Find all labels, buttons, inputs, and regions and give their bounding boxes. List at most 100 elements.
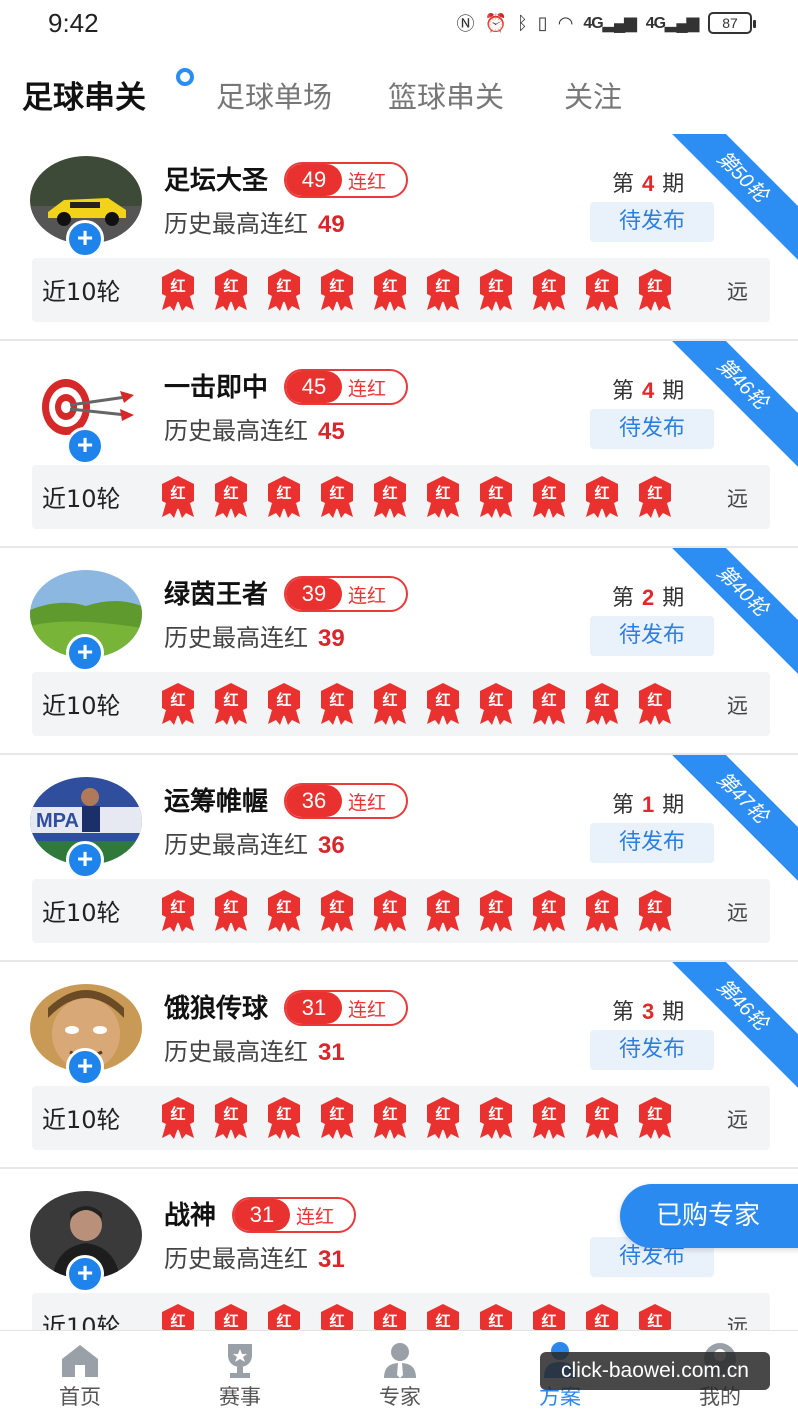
signal-icon-2: 4G▂▄▆: [645, 15, 699, 32]
result-label: 红: [647, 691, 663, 709]
expert-name: 战神: [164, 1201, 217, 1231]
result-badge: 红: [635, 682, 675, 726]
more-link[interactable]: 远: [727, 690, 748, 720]
expert-card[interactable]: + 足坛大圣 49 连红 历史最高连红 49 第 4 期待发布 第50轮 近10轮红红红红红红红红红…: [0, 134, 798, 341]
alarm-icon: ⏰: [484, 12, 507, 34]
tab-basketball-parlay[interactable]: 篮球串关: [388, 74, 504, 116]
more-link[interactable]: 远: [727, 276, 748, 306]
result-label: 红: [435, 898, 451, 916]
nav-experts[interactable]: 专家: [320, 1331, 480, 1419]
tab-football-single[interactable]: 足球单场: [216, 74, 332, 116]
signal-icon: 4G▂▄▆: [583, 15, 636, 32]
result-badges: 红红红红红红红红红红: [158, 682, 688, 726]
result-badge: 红: [476, 475, 516, 519]
result-badge: 红: [211, 682, 251, 726]
result-badges: 红红红红红红红红红红: [158, 1096, 688, 1140]
streak-badge: 31 连红: [232, 1197, 356, 1233]
result-badge: 红: [370, 475, 410, 519]
result-badges: 红红红红红红红红红红: [158, 475, 688, 519]
result-badge: 红: [211, 268, 251, 312]
follow-plus-icon[interactable]: +: [66, 1048, 104, 1086]
result-label: 红: [276, 1312, 292, 1330]
follow-plus-icon[interactable]: +: [66, 427, 104, 465]
more-link[interactable]: 远: [727, 1104, 748, 1134]
result-label: 红: [223, 1105, 239, 1123]
nav-matches-label: 赛事: [219, 1385, 261, 1409]
recent-label: 近10轮: [42, 692, 121, 720]
result-badge: 红: [264, 475, 304, 519]
result-label: 红: [382, 898, 398, 916]
result-badge: 红: [635, 475, 675, 519]
follow-plus-icon[interactable]: +: [66, 1255, 104, 1293]
streak-label: 连红: [348, 998, 387, 1021]
follow-plus-icon[interactable]: +: [66, 841, 104, 879]
result-badge: 红: [158, 682, 198, 726]
result-badges: 红红红红红红红红红红: [158, 1303, 688, 1330]
pending-status-button[interactable]: 待发布: [590, 823, 714, 863]
streak-label: 连红: [348, 791, 387, 814]
expert-list: + 足坛大圣 49 连红 历史最高连红 49 第 4 期待发布 第50轮 近10轮红红红红红红红红红…: [0, 134, 798, 1330]
tab-football-parlay[interactable]: 足球串关: [22, 72, 146, 117]
result-label: 红: [223, 691, 239, 709]
status-icons: Ⓝ ⏰ ᛒ ▯ ◠ 4G▂▄▆ 4G▂▄▆ 87: [456, 10, 756, 36]
pending-status-button[interactable]: 待发布: [590, 409, 714, 449]
result-label: 红: [329, 898, 345, 916]
result-label: 红: [647, 1312, 663, 1330]
more-link[interactable]: 远: [727, 1311, 748, 1330]
result-label: 红: [382, 1312, 398, 1330]
result-badge: 红: [635, 1096, 675, 1140]
result-badge: 红: [635, 268, 675, 312]
follow-plus-icon[interactable]: +: [66, 220, 104, 258]
result-badge: 红: [317, 682, 357, 726]
pending-status-button[interactable]: 待发布: [590, 616, 714, 656]
expert-card[interactable]: + 绿茵王者 39 连红 历史最高连红 39 第 2 期待发布 第40轮 近10轮红红红红红红红红红…: [0, 548, 798, 755]
result-label: 红: [170, 691, 186, 709]
result-label: 红: [541, 691, 557, 709]
result-label: 红: [647, 898, 663, 916]
result-badge: 红: [211, 1303, 251, 1330]
nav-home[interactable]: 首页: [0, 1331, 160, 1419]
follow-plus-icon[interactable]: +: [66, 634, 104, 672]
result-label: 红: [435, 691, 451, 709]
result-label: 红: [382, 484, 398, 502]
expert-card[interactable]: + 一击即中 45 连红 历史最高连红 45 第 4 期待发布 第46轮 近10轮红红红红红红红红红…: [0, 341, 798, 548]
result-badge: 红: [264, 682, 304, 726]
result-badge: 红: [317, 268, 357, 312]
recent-results-row: 近10轮 红 红 红 红 红 红 红 红 红 红 远: [32, 1086, 770, 1150]
result-badge: 红: [529, 682, 569, 726]
tab-follow[interactable]: 关注: [564, 74, 622, 116]
result-badge: 红: [582, 475, 622, 519]
result-badge: 红: [582, 889, 622, 933]
recent-results-row: 近10轮 红 红 红 红 红 红 红 红 红 红 远: [32, 465, 770, 529]
watermark: click-baowei.com.cn: [540, 1352, 770, 1390]
result-badge: 红: [423, 682, 463, 726]
result-badge: 红: [476, 1303, 516, 1330]
streak-count: 31: [234, 1199, 290, 1231]
result-badges: 红红红红红红红红红红: [158, 268, 688, 312]
result-badge: 红: [317, 889, 357, 933]
result-label: 红: [170, 1105, 186, 1123]
result-badge: 红: [264, 268, 304, 312]
result-badge: 红: [635, 1303, 675, 1330]
result-label: 红: [435, 1312, 451, 1330]
nfc-icon: Ⓝ: [456, 14, 475, 35]
result-badge: 红: [317, 1303, 357, 1330]
wifi-icon: ◠: [557, 12, 574, 34]
result-badge: 红: [476, 889, 516, 933]
result-label: 红: [276, 691, 292, 709]
purchased-experts-button[interactable]: 已购专家: [620, 1184, 798, 1248]
expert-card[interactable]: + 饿狼传球 31 连红 历史最高连红 31 第 3 期待发布 第46轮 近10轮红红红红红红红红红…: [0, 962, 798, 1169]
nav-matches[interactable]: 赛事: [160, 1331, 320, 1419]
expert-card[interactable]: MPA + 运筹帷幄 36 连红 历史最高连红 36 第 1 期待发布 第47轮 近10轮红红红红红红…: [0, 755, 798, 962]
streak-count: 49: [286, 164, 342, 196]
result-badge: 红: [476, 682, 516, 726]
result-badge: 红: [423, 889, 463, 933]
result-badge: 红: [264, 889, 304, 933]
bluetooth-icon: ᛒ: [516, 12, 528, 34]
more-link[interactable]: 远: [727, 897, 748, 927]
pending-status-button[interactable]: 待发布: [590, 202, 714, 242]
pending-status-button[interactable]: 待发布: [590, 1030, 714, 1070]
battery-icon: 87: [708, 12, 756, 34]
result-badge: 红: [370, 268, 410, 312]
more-link[interactable]: 远: [727, 483, 748, 513]
